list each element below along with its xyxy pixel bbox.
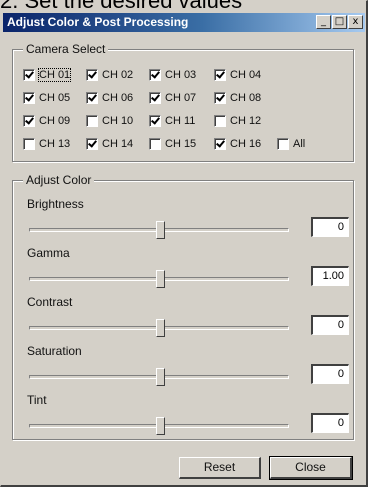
camera-checkbox-ch-12[interactable]: CH 12	[214, 112, 261, 130]
camera-checkbox-ch-04[interactable]: CH 04	[214, 66, 261, 84]
camera-checkbox-label: CH 08	[230, 92, 262, 104]
gamma-label: Gamma	[27, 246, 70, 260]
reset-button[interactable]: Reset	[179, 457, 261, 479]
camera-checkbox-label: CH 04	[230, 69, 262, 81]
camera-checkbox-label: CH 02	[102, 69, 134, 81]
checkbox-box[interactable]	[86, 138, 98, 150]
brightness-slider-thumb[interactable]	[156, 221, 165, 239]
camera-checkbox-label: CH 10	[102, 115, 134, 127]
saturation-label: Saturation	[27, 344, 82, 358]
camera-checkbox-label: CH 16	[230, 138, 262, 150]
tint-value-field[interactable]: 0	[311, 413, 349, 433]
camera-checkbox-ch-10[interactable]: CH 10	[86, 112, 133, 130]
checkbox-box[interactable]	[86, 69, 98, 81]
page-caption: 2. Set the desired values	[0, 0, 243, 13]
contrast-slider-track[interactable]	[29, 319, 289, 337]
camera-checkbox-ch-14[interactable]: CH 14	[86, 135, 133, 153]
adjust-color-group: Adjust Color Brightness 0 Gamma 1.00 Contras…	[12, 172, 354, 443]
brightness-slider-track[interactable]	[29, 221, 289, 239]
contrast-value-field[interactable]: 0	[311, 315, 349, 335]
brightness-value-field[interactable]: 0	[311, 217, 349, 237]
checkbox-box[interactable]	[23, 92, 35, 104]
camera-checkbox-label: CH 12	[230, 115, 262, 127]
saturation-value-field[interactable]: 0	[311, 364, 349, 384]
camera-checkbox-ch-07[interactable]: CH 07	[149, 89, 196, 107]
saturation-slider-thumb[interactable]	[156, 368, 165, 386]
camera-checkbox-ch-03[interactable]: CH 03	[149, 66, 196, 84]
checkbox-box[interactable]	[149, 115, 161, 127]
tint-slider-track[interactable]	[29, 417, 289, 435]
checkbox-box[interactable]	[86, 115, 98, 127]
brightness-control: Brightness 0	[13, 197, 353, 247]
checkbox-box[interactable]	[277, 138, 289, 150]
maximize-button[interactable]: □	[332, 15, 347, 29]
camera-select-label: Camera Select	[23, 41, 109, 57]
saturation-slider-track[interactable]	[29, 368, 289, 386]
camera-checkbox-label: CH 01	[37, 68, 72, 82]
checkbox-box[interactable]	[23, 138, 35, 150]
camera-checkbox-ch-06[interactable]: CH 06	[86, 89, 133, 107]
contrast-control: Contrast 0	[13, 295, 353, 345]
gamma-control: Gamma 1.00	[13, 246, 353, 296]
checkbox-box[interactable]	[86, 92, 98, 104]
camera-checkbox-label: CH 15	[165, 138, 197, 150]
camera-checkbox-ch-16[interactable]: CH 16	[214, 135, 261, 153]
camera-checkbox-all[interactable]: All	[277, 135, 305, 153]
camera-checkbox-label: CH 14	[102, 138, 134, 150]
camera-checkbox-ch-01[interactable]: CH 01	[23, 66, 72, 84]
contrast-label: Contrast	[27, 295, 73, 309]
gamma-slider-track[interactable]	[29, 270, 289, 288]
checkbox-box[interactable]	[23, 69, 35, 81]
camera-checkbox-label: CH 05	[39, 92, 71, 104]
camera-checkbox-ch-05[interactable]: CH 05	[23, 89, 70, 107]
adjust-color-dialog: Adjust Color & Post Processing _ □ x Cam…	[0, 0, 368, 487]
tint-slider-thumb[interactable]	[156, 417, 165, 435]
camera-checkbox-ch-13[interactable]: CH 13	[23, 135, 70, 153]
camera-checkbox-label: CH 06	[102, 92, 134, 104]
saturation-control: Saturation 0	[13, 344, 353, 394]
window-title: Adjust Color & Post Processing	[7, 15, 189, 29]
tint-label: Tint	[27, 393, 47, 407]
tint-control: Tint 0	[13, 393, 353, 443]
checkbox-box[interactable]	[214, 138, 226, 150]
camera-checkbox-label: CH 07	[165, 92, 197, 104]
title-bar[interactable]: Adjust Color & Post Processing _ □ x	[3, 13, 365, 32]
brightness-label: Brightness	[27, 197, 84, 211]
close-button[interactable]: Close	[269, 456, 353, 480]
adjust-color-label: Adjust Color	[23, 172, 95, 188]
camera-checkbox-label: CH 13	[39, 138, 71, 150]
camera-checkbox-ch-02[interactable]: CH 02	[86, 66, 133, 84]
checkbox-box[interactable]	[214, 69, 226, 81]
camera-checkbox-ch-08[interactable]: CH 08	[214, 89, 261, 107]
camera-checkbox-label: All	[293, 138, 306, 150]
checkbox-box[interactable]	[149, 138, 161, 150]
camera-checkbox-label: CH 11	[165, 115, 196, 127]
close-window-button[interactable]: x	[348, 15, 363, 29]
checkbox-box[interactable]	[149, 92, 161, 104]
camera-checkbox-label: CH 03	[165, 69, 197, 81]
contrast-slider-thumb[interactable]	[156, 319, 165, 337]
minimize-button[interactable]: _	[316, 15, 331, 29]
gamma-value-field[interactable]: 1.00	[311, 266, 349, 286]
checkbox-box[interactable]	[214, 115, 226, 127]
camera-checkbox-ch-11[interactable]: CH 11	[149, 112, 195, 130]
checkbox-box[interactable]	[23, 115, 35, 127]
gamma-slider-thumb[interactable]	[156, 270, 165, 288]
camera-checkbox-label: CH 09	[39, 115, 71, 127]
checkbox-box[interactable]	[214, 92, 226, 104]
camera-checkbox-ch-15[interactable]: CH 15	[149, 135, 196, 153]
camera-checkbox-ch-09[interactable]: CH 09	[23, 112, 70, 130]
camera-select-group: Camera Select CH 01 CH 02 CH 03 CH 04 CH 05 C…	[12, 41, 354, 162]
checkbox-box[interactable]	[149, 69, 161, 81]
